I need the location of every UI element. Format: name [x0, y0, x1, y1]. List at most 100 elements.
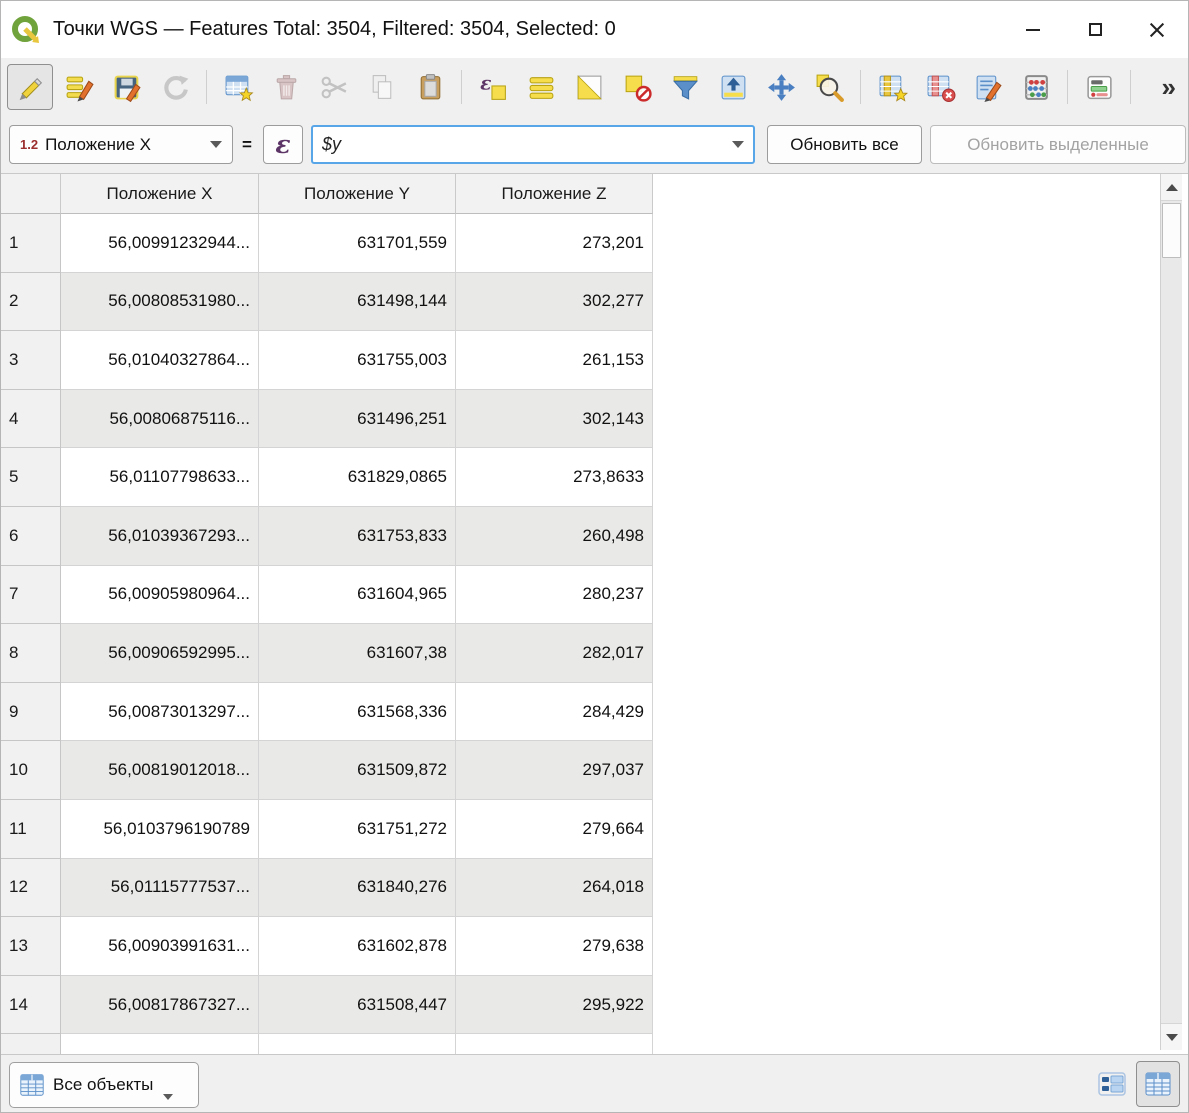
- expression-input[interactable]: [313, 134, 723, 155]
- row-number-cell[interactable]: 6: [1, 507, 61, 566]
- expression-history-dropdown[interactable]: [723, 127, 753, 162]
- row-number-cell[interactable]: 12: [1, 859, 61, 918]
- reload-table-button[interactable]: [153, 65, 197, 109]
- toggle-editing-button[interactable]: [7, 64, 53, 110]
- cell-x[interactable]: 56,00873013297...: [61, 683, 259, 742]
- cell-y[interactable]: 631755,003: [259, 331, 456, 390]
- row-number-cell[interactable]: 4: [1, 390, 61, 449]
- cell-x[interactable]: 56,01115777537...: [61, 859, 259, 918]
- row-number-cell[interactable]: 3: [1, 331, 61, 390]
- cell-y[interactable]: 631753,833: [259, 507, 456, 566]
- minimize-button[interactable]: [1002, 1, 1064, 58]
- table-view-button[interactable]: [1136, 1061, 1180, 1107]
- cell-z[interactable]: 302,143: [456, 390, 653, 449]
- update-selected-button[interactable]: Обновить выделенные: [930, 125, 1186, 164]
- row-number-cell[interactable]: 11: [1, 800, 61, 859]
- close-button[interactable]: [1126, 1, 1188, 58]
- select-all-button[interactable]: [519, 65, 563, 109]
- cell-x[interactable]: 56,01081663771...: [61, 1034, 259, 1055]
- select-by-form-button[interactable]: [663, 65, 707, 109]
- cell-z[interactable]: 264,018: [456, 859, 653, 918]
- delete-selected-button[interactable]: [264, 65, 308, 109]
- cell-x[interactable]: 56,00903991631...: [61, 917, 259, 976]
- cell-y[interactable]: 631751,272: [259, 800, 456, 859]
- cut-button[interactable]: [312, 65, 356, 109]
- row-number-cell[interactable]: 5: [1, 448, 61, 507]
- scrollbar-thumb[interactable]: [1162, 203, 1181, 258]
- paste-button[interactable]: [408, 65, 452, 109]
- row-number-cell[interactable]: 13: [1, 917, 61, 976]
- deselect-all-button[interactable]: [615, 65, 659, 109]
- scroll-down-button[interactable]: [1161, 1023, 1182, 1050]
- maximize-button[interactable]: [1064, 1, 1126, 58]
- column-header-x[interactable]: Положение X: [61, 174, 259, 214]
- row-number-cell[interactable]: 7: [1, 566, 61, 625]
- cell-y[interactable]: 631509,872: [259, 741, 456, 800]
- form-view-button[interactable]: [1090, 1061, 1134, 1107]
- delete-field-button[interactable]: [918, 65, 962, 109]
- cell-z[interactable]: 297,037: [456, 741, 653, 800]
- cell-z[interactable]: 279,638: [456, 917, 653, 976]
- row-number-cell[interactable]: 15: [1, 1034, 61, 1055]
- row-number-cell[interactable]: 9: [1, 683, 61, 742]
- cell-y[interactable]: 631829,0865: [259, 448, 456, 507]
- select-by-expression-button[interactable]: ε: [471, 65, 515, 109]
- vertical-scrollbar[interactable]: [1160, 174, 1182, 1050]
- toolbar-overflow-button[interactable]: »: [1162, 74, 1176, 100]
- cell-x[interactable]: 56,00906592995...: [61, 624, 259, 683]
- cell-z[interactable]: 273,201: [456, 214, 653, 273]
- header-corner-cell[interactable]: [1, 174, 61, 214]
- cell-x[interactable]: 56,01040327864...: [61, 331, 259, 390]
- cell-x[interactable]: 56,01107798633...: [61, 448, 259, 507]
- cell-y[interactable]: 631498,144: [259, 273, 456, 332]
- cell-y[interactable]: 631508,447: [259, 976, 456, 1035]
- cell-z[interactable]: 282,017: [456, 624, 653, 683]
- invert-selection-button[interactable]: [567, 65, 611, 109]
- add-feature-button[interactable]: [216, 65, 260, 109]
- row-number-cell[interactable]: 1: [1, 214, 61, 273]
- save-edits-button[interactable]: [105, 65, 149, 109]
- row-number-cell[interactable]: 8: [1, 624, 61, 683]
- cell-x[interactable]: 56,00819012018...: [61, 741, 259, 800]
- expression-builder-button[interactable]: ε: [263, 125, 303, 164]
- cell-y[interactable]: 631701,559: [259, 214, 456, 273]
- field-select-combo[interactable]: 1.2 Положение X: [9, 125, 233, 164]
- feature-filter-dropdown[interactable]: Все объекты: [9, 1062, 199, 1108]
- column-header-y[interactable]: Положение Y: [259, 174, 456, 214]
- cell-z[interactable]: 295,922: [456, 976, 653, 1035]
- row-number-cell[interactable]: 2: [1, 273, 61, 332]
- row-number-cell[interactable]: 14: [1, 976, 61, 1035]
- cell-x[interactable]: 56,00817867327...: [61, 976, 259, 1035]
- copy-button[interactable]: [360, 65, 404, 109]
- cell-y[interactable]: 631840,276: [259, 859, 456, 918]
- move-selection-to-top-button[interactable]: [711, 65, 755, 109]
- cell-y[interactable]: 631760,897: [259, 1034, 456, 1055]
- cell-x[interactable]: 56,00991232944...: [61, 214, 259, 273]
- column-header-z[interactable]: Положение Z: [456, 174, 653, 214]
- new-field-button[interactable]: [870, 65, 914, 109]
- field-calculator-button[interactable]: [1014, 65, 1058, 109]
- zoom-to-selection-button[interactable]: [807, 65, 851, 109]
- multiedit-mode-button[interactable]: [57, 65, 101, 109]
- update-all-button[interactable]: Обновить все: [767, 125, 922, 164]
- cell-y[interactable]: 631602,878: [259, 917, 456, 976]
- cell-x[interactable]: 56,0103796190789: [61, 800, 259, 859]
- cell-z[interactable]: 284,429: [456, 683, 653, 742]
- cell-y[interactable]: 631568,336: [259, 683, 456, 742]
- conditional-formatting-button[interactable]: [1077, 65, 1121, 109]
- cell-z[interactable]: 273,8633: [456, 448, 653, 507]
- cell-y[interactable]: 631607,38: [259, 624, 456, 683]
- cell-z[interactable]: 260,498: [456, 507, 653, 566]
- cell-z[interactable]: 280,237: [456, 566, 653, 625]
- pan-to-selection-button[interactable]: [759, 65, 803, 109]
- cell-z[interactable]: 261,153: [456, 331, 653, 390]
- cell-x[interactable]: 56,01039367293...: [61, 507, 259, 566]
- edit-field-button[interactable]: [966, 65, 1010, 109]
- cell-y[interactable]: 631496,251: [259, 390, 456, 449]
- cell-z[interactable]: 279,664: [456, 800, 653, 859]
- row-number-cell[interactable]: 10: [1, 741, 61, 800]
- cell-z[interactable]: 281,463: [456, 1034, 653, 1055]
- cell-y[interactable]: 631604,965: [259, 566, 456, 625]
- cell-x[interactable]: 56,00905980964...: [61, 566, 259, 625]
- scroll-up-button[interactable]: [1161, 174, 1182, 201]
